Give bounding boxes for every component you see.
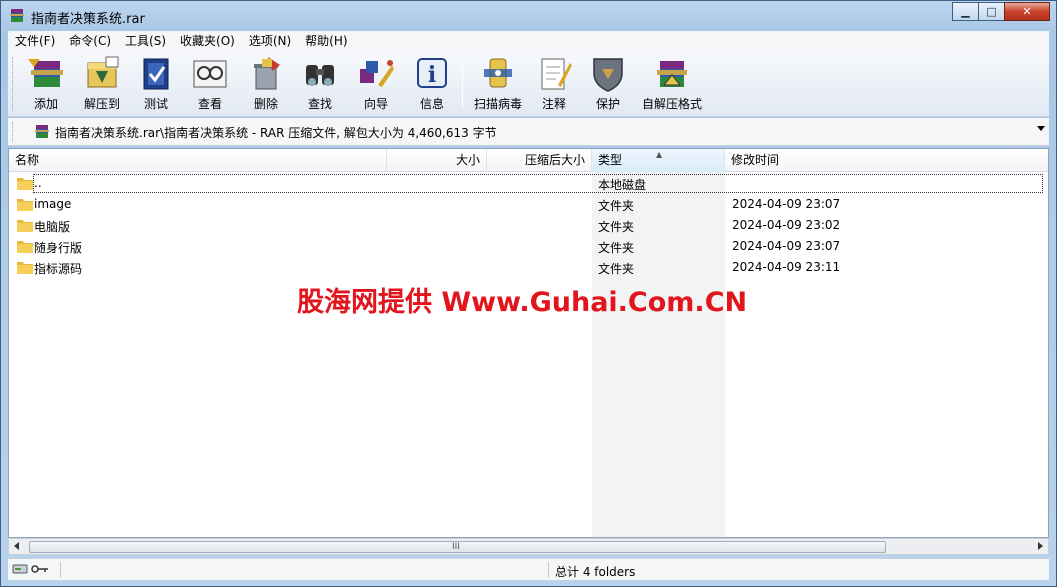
winrar-window: 指南者决策系统.rar ▁ □ ✕ 文件(F) 命令(C) 工具(S) 收藏夹(… [0,0,1057,587]
focus-rectangle [33,174,1043,193]
list-item[interactable]: image 文件夹 2024-04-09 23:07 [9,194,1048,215]
file-list[interactable]: 名称 大小 压缩后大小 类型 修改时间 ▲ .. 本地磁盘 image 文件夹 … [8,148,1049,538]
delete-icon [254,57,280,90]
status-summary: 总计 4 folders [555,565,636,579]
scrollbar-grip: III [452,542,460,552]
status-divider [60,562,61,578]
close-button[interactable]: ✕ [1004,2,1050,21]
extract-to-button[interactable]: 解压到 [80,55,124,113]
column-header-modified[interactable]: 修改时间 [725,149,1048,172]
protect-icon [593,58,623,92]
list-item[interactable]: 电脑版 文件夹 2024-04-09 23:02 [9,215,1048,236]
close-icon: ✕ [1022,5,1032,18]
test-icon [143,58,169,90]
info-icon: i [417,58,447,88]
archive-icon [35,125,49,138]
list-item[interactable]: 随身行版 文件夹 2024-04-09 23:07 [9,236,1048,257]
sfx-button[interactable]: 自解压格式 [640,55,704,113]
menu-bar: 文件(F) 命令(C) 工具(S) 收藏夹(O) 选项(N) 帮助(H) [8,31,1049,51]
toolbar-separator [462,59,463,109]
list-item-parent[interactable]: .. 本地磁盘 [9,173,1048,194]
column-header-name[interactable]: 名称 [9,149,387,172]
sort-ascending-icon: ▲ [656,150,663,159]
add-button[interactable]: 添加 [22,55,70,113]
view-icon [193,60,227,88]
virus-scan-button[interactable]: 扫描病毒 [470,55,526,113]
address-grip[interactable] [12,122,15,142]
sfx-icon [657,61,687,87]
minimize-icon: ▁ [961,5,970,18]
add-archive-icon [28,59,63,87]
column-header-size[interactable]: 大小 [387,149,487,172]
minimize-button[interactable]: ▁ [952,2,979,21]
info-button[interactable]: i 信息 [412,55,452,113]
title-bar[interactable]: 指南者决策系统.rar ▁ □ ✕ [1,1,1056,31]
delete-button[interactable]: 删除 [246,55,286,113]
find-button[interactable]: 查找 [300,55,340,113]
comment-icon [541,58,572,90]
menu-favorites[interactable]: 收藏夹(O) [173,31,242,51]
menu-tools[interactable]: 工具(S) [118,31,173,51]
protect-button[interactable]: 保护 [588,55,628,113]
wizard-button[interactable]: 向导 [356,55,396,113]
winrar-app-icon [10,9,24,22]
find-icon [306,65,334,86]
maximize-button[interactable]: □ [978,2,1005,21]
toolbar-grip[interactable] [12,57,15,111]
menu-file[interactable]: 文件(F) [8,31,62,51]
key-icon[interactable] [31,563,49,575]
folder-icon [17,199,33,211]
test-button[interactable]: 测试 [136,55,176,113]
list-item[interactable]: 指标源码 文件夹 2024-04-09 23:11 [9,257,1048,278]
folder-icon [17,220,33,232]
dropdown-arrow-icon[interactable] [1037,126,1045,131]
toolbar: 添加 解压到 测试 查看 删除 查找 向导 i 信息 扫描病毒 注释 保护 自解… [8,51,1049,117]
svg-text:i: i [428,62,436,88]
scrollbar-thumb[interactable]: III [29,541,886,553]
wizard-icon [360,60,394,87]
scroll-left-icon[interactable] [14,542,19,550]
scroll-right-icon[interactable] [1038,542,1043,550]
virus-scan-icon [484,58,512,88]
maximize-icon: □ [986,5,997,18]
address-bar[interactable]: 指南者决策系统.rar\指南者决策系统 - RAR 压缩文件, 解包大小为 4,… [8,118,1049,146]
drive-icon[interactable] [12,563,28,575]
menu-options[interactable]: 选项(N) [242,31,298,51]
window-title: 指南者决策系统.rar [31,12,145,27]
address-path: 指南者决策系统.rar\指南者决策系统 - RAR 压缩文件, 解包大小为 4,… [55,126,497,140]
horizontal-scrollbar[interactable]: III [8,538,1049,555]
view-button[interactable]: 查看 [190,55,230,113]
folder-icon [17,178,33,190]
folder-icon [17,241,33,253]
menu-help[interactable]: 帮助(H) [298,31,354,51]
status-bar: 总计 4 folders [8,558,1049,580]
menu-commands[interactable]: 命令(C) [62,31,118,51]
column-header-packed-size[interactable]: 压缩后大小 [487,149,592,172]
watermark-text: 股海网提供 Www.Guhai.Com.CN [297,287,748,318]
folder-icon [17,262,33,274]
status-divider [548,562,549,578]
comment-button[interactable]: 注释 [534,55,574,113]
extract-to-icon [87,56,119,88]
list-header: 名称 大小 压缩后大小 类型 修改时间 ▲ [9,149,1048,172]
